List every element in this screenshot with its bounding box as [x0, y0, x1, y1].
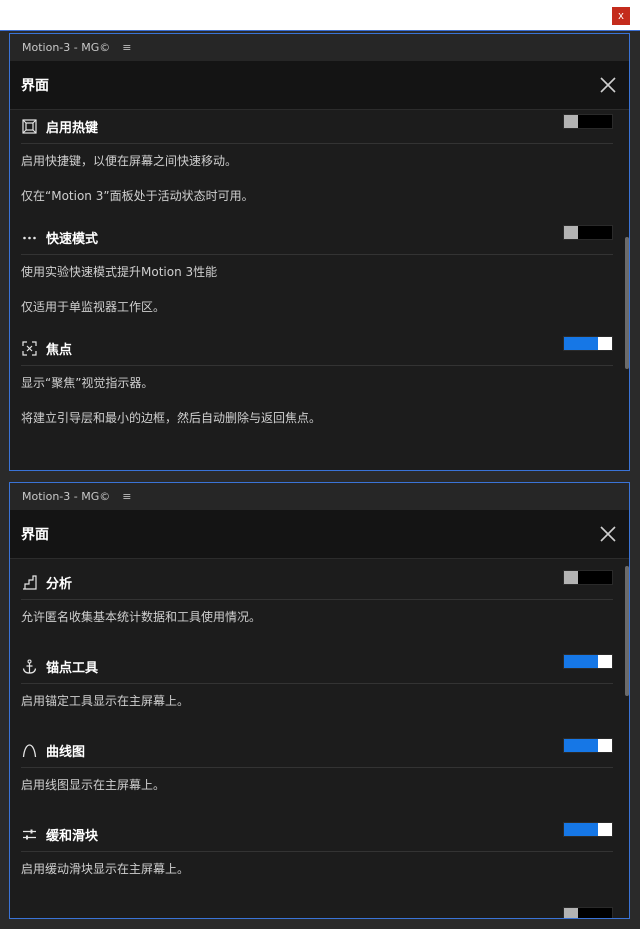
setting-title: 快速模式: [46, 232, 99, 247]
setting-anchor-tool: 锚点工具 启用锚定工具显示在主屏幕上。: [21, 650, 613, 709]
setting-description: 启用锚定工具显示在主屏幕上。: [21, 694, 190, 708]
panel-tab[interactable]: Motion-3 - MG© ≡: [10, 483, 629, 510]
window-close-button[interactable]: x: [612, 7, 630, 25]
setting-description: 启用线图显示在主屏幕上。: [21, 778, 166, 792]
settings-panel-1: Motion-3 - MG© ≡ 界面 启用热键 启用快捷键，以便在屏幕之间快速…: [9, 33, 630, 471]
scrollbar[interactable]: [625, 237, 629, 369]
more-dots-icon: [21, 230, 37, 246]
close-icon[interactable]: [599, 76, 617, 94]
setting-ease-slider: 缓和滑块 启用缓动滑块显示在主屏幕上。: [21, 818, 613, 877]
sliders-icon: [21, 827, 37, 843]
fast-mode-toggle[interactable]: [563, 225, 613, 240]
setting-description: 启用快捷键，以便在屏幕之间快速移动。: [21, 154, 238, 168]
setting-title: 启用热键: [46, 121, 99, 136]
setting-focus: 焦点 显示“聚焦”视觉指示器。 将建立引导层和最小的边框，然后自动删除与返回焦点…: [21, 332, 613, 426]
setting-analytics: 分析 允许匿名收集基本统计数据和工具使用情况。: [21, 566, 613, 625]
panel-tab-label: Motion-3 - MG©: [22, 490, 111, 503]
settings-panel-2: Motion-3 - MG© ≡ 界面 分析 允许匿名收集基本统计数据和工具使用…: [9, 482, 630, 919]
curve-icon: [21, 743, 37, 759]
panel-tab-label: Motion-3 - MG©: [22, 41, 111, 54]
setting-title: 曲线图: [46, 745, 86, 760]
anchor-tool-toggle[interactable]: [563, 654, 613, 669]
panel-content: 分析 允许匿名收集基本统计数据和工具使用情况。 锚点工具 启用锚定工具显示在主屏…: [10, 566, 629, 918]
setting-description: 使用实验快速模式提升Motion 3性能: [21, 265, 218, 279]
hotkeys-toggle[interactable]: [563, 114, 613, 129]
panel-menu-icon[interactable]: ≡: [122, 490, 131, 503]
focus-icon: [21, 341, 37, 357]
scrollbar[interactable]: [625, 566, 629, 696]
setting-description: 显示“聚焦”视觉指示器。: [21, 376, 154, 390]
focus-toggle[interactable]: [563, 336, 613, 351]
setting-description: 启用缓动滑块显示在主屏幕上。: [21, 862, 190, 876]
window-title-bar: x: [0, 0, 640, 31]
setting-next-partial: [21, 902, 613, 918]
panel-header: 界面: [10, 510, 629, 559]
close-icon[interactable]: [599, 525, 617, 543]
panel-title: 界面: [21, 78, 49, 94]
setting-curve-graph: 曲线图 启用线图显示在主屏幕上。: [21, 734, 613, 793]
panel-title: 界面: [21, 527, 49, 543]
ease-slider-toggle[interactable]: [563, 822, 613, 837]
setting-hotkeys: 启用热键 启用快捷键，以便在屏幕之间快速移动。 仅在“Motion 3”面板处于…: [21, 110, 613, 204]
setting-description: 将建立引导层和最小的边框，然后自动删除与返回焦点。: [21, 411, 322, 425]
setting-description: 仅在“Motion 3”面板处于活动状态时可用。: [21, 189, 254, 203]
next-setting-toggle[interactable]: [563, 906, 613, 918]
setting-title: 分析: [46, 577, 73, 592]
panel-header: 界面: [10, 61, 629, 110]
setting-description: 仅适用于单监视器工作区。: [21, 300, 166, 314]
panel-content: 启用热键 启用快捷键，以便在屏幕之间快速移动。 仅在“Motion 3”面板处于…: [10, 110, 629, 426]
setting-title: 焦点: [46, 343, 73, 358]
stairs-chart-icon: [21, 575, 37, 591]
panel-menu-icon[interactable]: ≡: [122, 41, 131, 54]
setting-title: 缓和滑块: [46, 829, 99, 844]
setting-description: 允许匿名收集基本统计数据和工具使用情况。: [21, 610, 262, 624]
setting-fast-mode: 快速模式 使用实验快速模式提升Motion 3性能 仅适用于单监视器工作区。: [21, 221, 613, 315]
curve-graph-toggle[interactable]: [563, 738, 613, 753]
frame-icon: [21, 119, 37, 135]
anchor-icon: [21, 659, 37, 675]
analytics-toggle[interactable]: [563, 570, 613, 585]
panel-tab[interactable]: Motion-3 - MG© ≡: [10, 34, 629, 61]
setting-title: 锚点工具: [46, 661, 99, 676]
